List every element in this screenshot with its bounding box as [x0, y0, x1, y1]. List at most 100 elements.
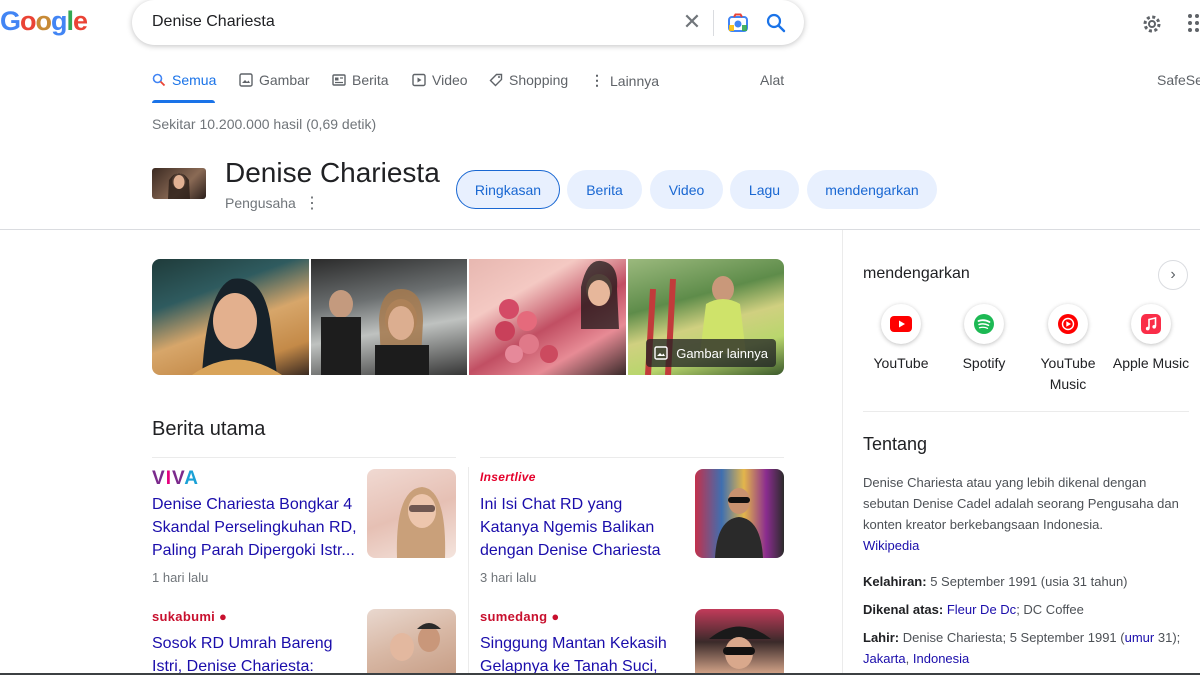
apps-grid-icon[interactable] — [1186, 13, 1200, 33]
fact-label: Dikenal atas: — [863, 602, 944, 617]
more-images-label: Gambar lainnya — [676, 345, 768, 361]
chip-listen[interactable]: mendengarkan — [807, 170, 937, 209]
service-spotify[interactable]: Spotify — [942, 304, 1026, 374]
tab-label: Shopping — [509, 72, 569, 88]
news-item-title[interactable]: Singgung Mantan Kekasih Gelapnya ke Tana… — [480, 632, 685, 675]
more-vert-icon[interactable]: ⋮ — [304, 193, 320, 213]
tab-shopping[interactable]: Shopping — [489, 72, 568, 88]
tools-label: Alat — [760, 72, 785, 88]
news-thumbnail[interactable] — [367, 609, 456, 675]
news-item-time: 1 hari lalu — [152, 570, 209, 585]
google-doodle-logo[interactable]: Google — [0, 6, 88, 37]
safesearch-button[interactable]: SafeSe — [1157, 72, 1200, 88]
news-divider — [480, 457, 784, 458]
tab-label: Semua — [172, 72, 217, 88]
tab-label: Gambar — [259, 72, 310, 88]
news-source-name: sukabumi — [152, 609, 216, 624]
fact-birth: Lahir: Denise Chariesta; 5 September 199… — [863, 627, 1183, 669]
fact-value: ; DC Coffee — [1016, 602, 1084, 617]
news-thumbnail[interactable] — [695, 609, 784, 675]
spotify-icon — [964, 304, 1004, 344]
service-apple-music[interactable]: Apple Music — [1109, 304, 1193, 374]
search-divider — [713, 10, 714, 36]
fact-value: Denise Chariesta; 5 September 1991 ( — [902, 630, 1125, 645]
gear-icon[interactable] — [1140, 12, 1164, 36]
image-icon — [239, 73, 253, 87]
age-link[interactable]: umur — [1125, 630, 1155, 645]
tag-icon — [489, 73, 503, 87]
news-source-logo: VIVA — [152, 468, 199, 489]
fact-label: Lahir: — [863, 630, 900, 645]
wikipedia-link[interactable]: Wikipedia — [863, 538, 919, 553]
search-input[interactable]: Denise Chariesta — [152, 13, 275, 31]
service-label: YouTube Music — [1040, 355, 1096, 392]
logo-letter: o — [35, 6, 52, 36]
tab-images[interactable]: Gambar — [239, 72, 310, 88]
panel-divider — [863, 411, 1189, 412]
fact-known-for: Dikenal atas: Fleur De Dc; DC Coffee — [863, 599, 1183, 620]
service-label: YouTube — [873, 355, 929, 371]
tab-all[interactable]: Semua — [152, 72, 216, 88]
tab-label: Lainnya — [610, 72, 660, 89]
logo-letter: e — [73, 6, 88, 36]
news-icon — [332, 74, 346, 86]
youtube-music-icon — [1048, 304, 1088, 344]
fact-separator: , — [905, 651, 910, 666]
video-icon — [412, 73, 426, 87]
result-stats: Sekitar 10.200.000 hasil (0,69 detik) — [152, 116, 377, 132]
active-tab-indicator — [152, 100, 215, 103]
logo-letter: G — [0, 6, 21, 36]
about-heading: Tentang — [863, 434, 928, 454]
tab-news[interactable]: Berita — [332, 72, 389, 88]
image-thumbnail[interactable] — [310, 259, 467, 375]
chip-songs[interactable]: Lagu — [730, 170, 799, 209]
more-images-button[interactable]: Gambar lainnya — [646, 339, 776, 367]
service-youtube[interactable]: YouTube — [859, 304, 943, 374]
apple-music-icon — [1131, 304, 1171, 344]
fact-value: 31); — [1157, 630, 1181, 645]
youtube-icon — [881, 304, 921, 344]
search-box[interactable]: Denise Chariesta ✕ — [132, 0, 804, 45]
about-description: Denise Chariesta atau yang lebih dikenal… — [863, 472, 1183, 556]
news-source-logo: sukabumi ● — [152, 609, 228, 624]
tab-more[interactable]: ⋮ Lainnya — [590, 72, 659, 89]
fleur-de-dc-link[interactable]: Fleur De Dc — [947, 602, 1016, 617]
image-thumbnail[interactable]: Gambar lainnya — [627, 259, 784, 375]
news-thumbnail[interactable] — [695, 469, 784, 558]
search-icon[interactable] — [764, 11, 788, 35]
news-source-logo: Insertlive — [480, 470, 536, 484]
entity-thumbnail[interactable] — [152, 168, 206, 199]
tab-label: Video — [432, 72, 468, 88]
news-item-title[interactable]: Ini Isi Chat RD yang Katanya Ngemis Bali… — [480, 493, 685, 562]
entity-title: Denise Chariesta — [225, 157, 440, 188]
indonesia-link[interactable]: Indonesia — [913, 651, 969, 666]
news-thumbnail[interactable] — [367, 469, 456, 558]
chip-news[interactable]: Berita — [567, 170, 642, 209]
chip-video[interactable]: Video — [650, 170, 723, 209]
search-icon — [152, 73, 166, 87]
chevron-right-icon[interactable]: › — [1158, 260, 1188, 290]
knowledge-panel-divider — [842, 230, 843, 675]
camera-icon[interactable] — [726, 11, 750, 35]
image-thumbnail[interactable] — [469, 259, 626, 375]
tools-button[interactable]: Alat — [760, 72, 784, 88]
news-source-name: sumedang — [480, 609, 548, 624]
header-divider — [0, 229, 1200, 230]
chip-overview[interactable]: Ringkasan — [456, 170, 560, 209]
logo-letter: g — [51, 6, 67, 36]
clear-icon[interactable]: ✕ — [680, 10, 704, 34]
image-strip: Gambar lainnya — [152, 259, 784, 375]
top-stories-heading: Berita utama — [152, 418, 266, 440]
news-source-logo: sumedang ● — [480, 609, 560, 624]
more-vert-icon: ⋮ — [590, 72, 604, 88]
tab-video[interactable]: Video — [412, 72, 468, 88]
image-thumbnail[interactable] — [152, 259, 309, 375]
jakarta-link[interactable]: Jakarta — [863, 651, 906, 666]
news-item-time: 3 hari lalu — [480, 570, 537, 585]
news-item-title[interactable]: Denise Chariesta Bongkar 4 Skandal Perse… — [152, 493, 357, 562]
news-item-title[interactable]: Sosok RD Umrah Bareng Istri, Denise Char… — [152, 632, 357, 675]
entity-subtitle: Pengusaha — [225, 195, 296, 211]
news-column-divider — [468, 467, 469, 675]
service-youtube-music[interactable]: YouTube Music — [1026, 304, 1110, 395]
service-label: Apple Music — [1112, 355, 1190, 371]
